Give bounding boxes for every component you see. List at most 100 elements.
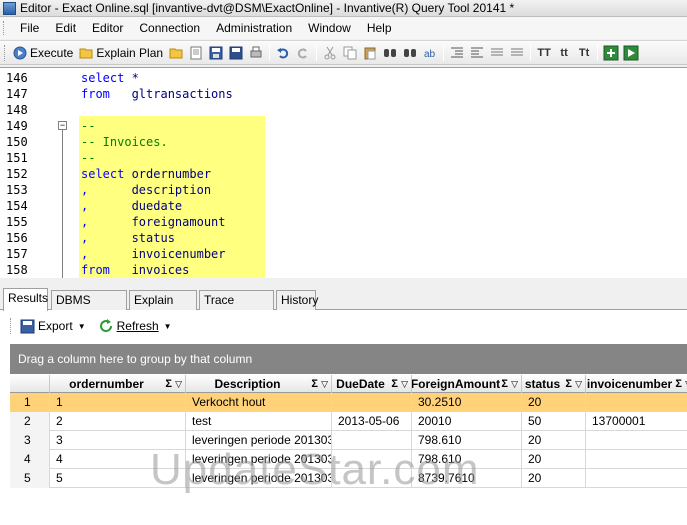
open-folder-icon[interactable] (166, 42, 186, 63)
filter-icon[interactable]: ▽ (321, 379, 328, 390)
table-cell[interactable]: 2 (50, 412, 186, 431)
sql-editor[interactable]: − 146 select * 147 from gltransactions 148 14… (0, 67, 687, 278)
column-header[interactable]: ordernumber Σ ▽ (50, 375, 186, 393)
filter-icon[interactable]: ▽ (401, 379, 408, 390)
table-cell[interactable] (586, 469, 687, 488)
table-cell[interactable]: 50 (522, 412, 586, 431)
tab-results[interactable]: Results (3, 288, 48, 311)
indent-icon[interactable] (447, 42, 467, 63)
row-number[interactable]: 3 (10, 431, 50, 450)
table-cell[interactable]: 4 (50, 450, 186, 469)
table-cell[interactable]: 1 (50, 393, 186, 412)
titlecase-button[interactable]: Tt (574, 42, 594, 63)
print-icon[interactable] (246, 42, 266, 63)
table-cell[interactable]: leveringen periode 201303 (186, 469, 332, 488)
table-cell[interactable]: 2013-05-06 (332, 412, 412, 431)
table-row[interactable]: 5 5 leveringen periode 201303 8739.7610 20 (10, 469, 687, 488)
lowercase-button[interactable]: tt (554, 42, 574, 63)
menu-edit[interactable]: Edit (47, 17, 84, 39)
find-next-icon[interactable] (400, 42, 420, 63)
tab-explain-plan[interactable]: Explain Plan (129, 290, 197, 325)
column-header[interactable]: DueDate Σ ▽ (332, 375, 412, 393)
save-all-icon[interactable] (226, 42, 246, 63)
menu-editor[interactable]: Editor (84, 17, 131, 39)
fold-toggle-icon[interactable]: − (58, 121, 67, 130)
row-number[interactable]: 4 (10, 450, 50, 469)
table-cell[interactable]: 20010 (412, 412, 522, 431)
cut-icon[interactable] (320, 42, 340, 63)
execute-button[interactable]: Execute (10, 42, 76, 63)
table-cell[interactable]: 13700001 (586, 412, 687, 431)
sum-icon[interactable]: Σ (311, 378, 318, 390)
export-dropdown-icon[interactable]: ▼ (78, 322, 86, 331)
table-cell[interactable]: 5 (50, 469, 186, 488)
table-row[interactable]: 4 4 leveringen periode 201303 798.610 20 (10, 450, 687, 469)
row-number[interactable]: 2 (10, 412, 50, 431)
column-header[interactable]: invoicenumberΣ▽ (586, 375, 687, 393)
table-row[interactable]: 1 1 Verkocht hout 30.2510 20 (10, 393, 687, 412)
menu-help[interactable]: Help (359, 17, 400, 39)
table-cell[interactable] (586, 431, 687, 450)
table-cell[interactable] (586, 393, 687, 412)
uncomment-icon[interactable] (507, 42, 527, 63)
menu-file[interactable]: File (12, 17, 47, 39)
table-cell[interactable]: 20 (522, 469, 586, 488)
sum-icon[interactable]: Σ (165, 378, 172, 390)
table-cell[interactable]: 798.610 (412, 431, 522, 450)
table-cell[interactable]: 20 (522, 431, 586, 450)
table-cell[interactable]: Verkocht hout (186, 393, 332, 412)
find-icon[interactable] (380, 42, 400, 63)
table-cell[interactable]: 8739.7610 (412, 469, 522, 488)
table-cell[interactable]: 798.610 (412, 450, 522, 469)
table-cell[interactable] (332, 431, 412, 450)
column-header[interactable]: status Σ ▽ (522, 375, 586, 393)
open-file-icon[interactable] (186, 42, 206, 63)
menu-window[interactable]: Window (300, 17, 359, 39)
table-cell[interactable]: test (186, 412, 332, 431)
refresh-dropdown-icon[interactable]: ▼ (164, 322, 172, 331)
sum-icon[interactable]: Σ (565, 378, 572, 390)
uppercase-button[interactable]: TT (534, 42, 554, 63)
sum-icon[interactable]: Σ (391, 378, 398, 390)
table-cell[interactable]: leveringen periode 201303 (186, 450, 332, 469)
filter-icon[interactable]: ▽ (575, 379, 582, 390)
table-cell[interactable]: 20 (522, 450, 586, 469)
table-cell[interactable] (332, 393, 412, 412)
save-icon[interactable] (206, 42, 226, 63)
menu-administration[interactable]: Administration (208, 17, 300, 39)
column-header[interactable]: ForeignAmount Σ ▽ (412, 375, 522, 393)
replace-icon[interactable]: ab (420, 42, 440, 63)
row-number[interactable]: 1 (10, 393, 50, 412)
outdent-icon[interactable] (467, 42, 487, 63)
tab-history[interactable]: History (276, 290, 318, 310)
table-cell[interactable] (332, 450, 412, 469)
sum-icon[interactable]: Σ (675, 378, 682, 390)
refresh-button[interactable]: Refresh ▼ (96, 315, 175, 337)
row-number[interactable]: 5 (10, 469, 50, 488)
filter-icon[interactable]: ▽ (511, 379, 518, 390)
menu-connection[interactable]: Connection (131, 17, 208, 39)
sql-add-icon[interactable] (601, 42, 621, 63)
paste-icon[interactable] (360, 42, 380, 63)
sql-run-icon[interactable] (621, 42, 641, 63)
filter-icon[interactable]: ▽ (175, 379, 182, 390)
tab-trace-activity[interactable]: Trace Activity (199, 290, 274, 325)
copy-icon[interactable] (340, 42, 360, 63)
table-cell[interactable] (332, 469, 412, 488)
table-cell[interactable]: 30.2510 (412, 393, 522, 412)
comment-icon[interactable] (487, 42, 507, 63)
table-row[interactable]: 2 2 test 2013-05-06 20010 50 13700001 (10, 412, 687, 431)
table-row[interactable]: 3 3 leveringen periode 201303 798.610 20 (10, 431, 687, 450)
table-cell[interactable]: 20 (522, 393, 586, 412)
column-header[interactable]: Description Σ ▽ (186, 375, 332, 393)
table-cell[interactable] (586, 450, 687, 469)
export-button[interactable]: Export ▼ (17, 315, 89, 337)
tab-dbms-output[interactable]: DBMS Output (51, 290, 127, 325)
redo-icon[interactable] (293, 42, 313, 63)
undo-icon[interactable] (273, 42, 293, 63)
explain-plan-button[interactable]: Explain Plan (76, 42, 166, 63)
group-by-area[interactable]: Drag a column here to group by that colu… (10, 344, 687, 374)
sum-icon[interactable]: Σ (501, 378, 508, 390)
table-cell[interactable]: leveringen periode 201303 (186, 431, 332, 450)
table-cell[interactable]: 3 (50, 431, 186, 450)
